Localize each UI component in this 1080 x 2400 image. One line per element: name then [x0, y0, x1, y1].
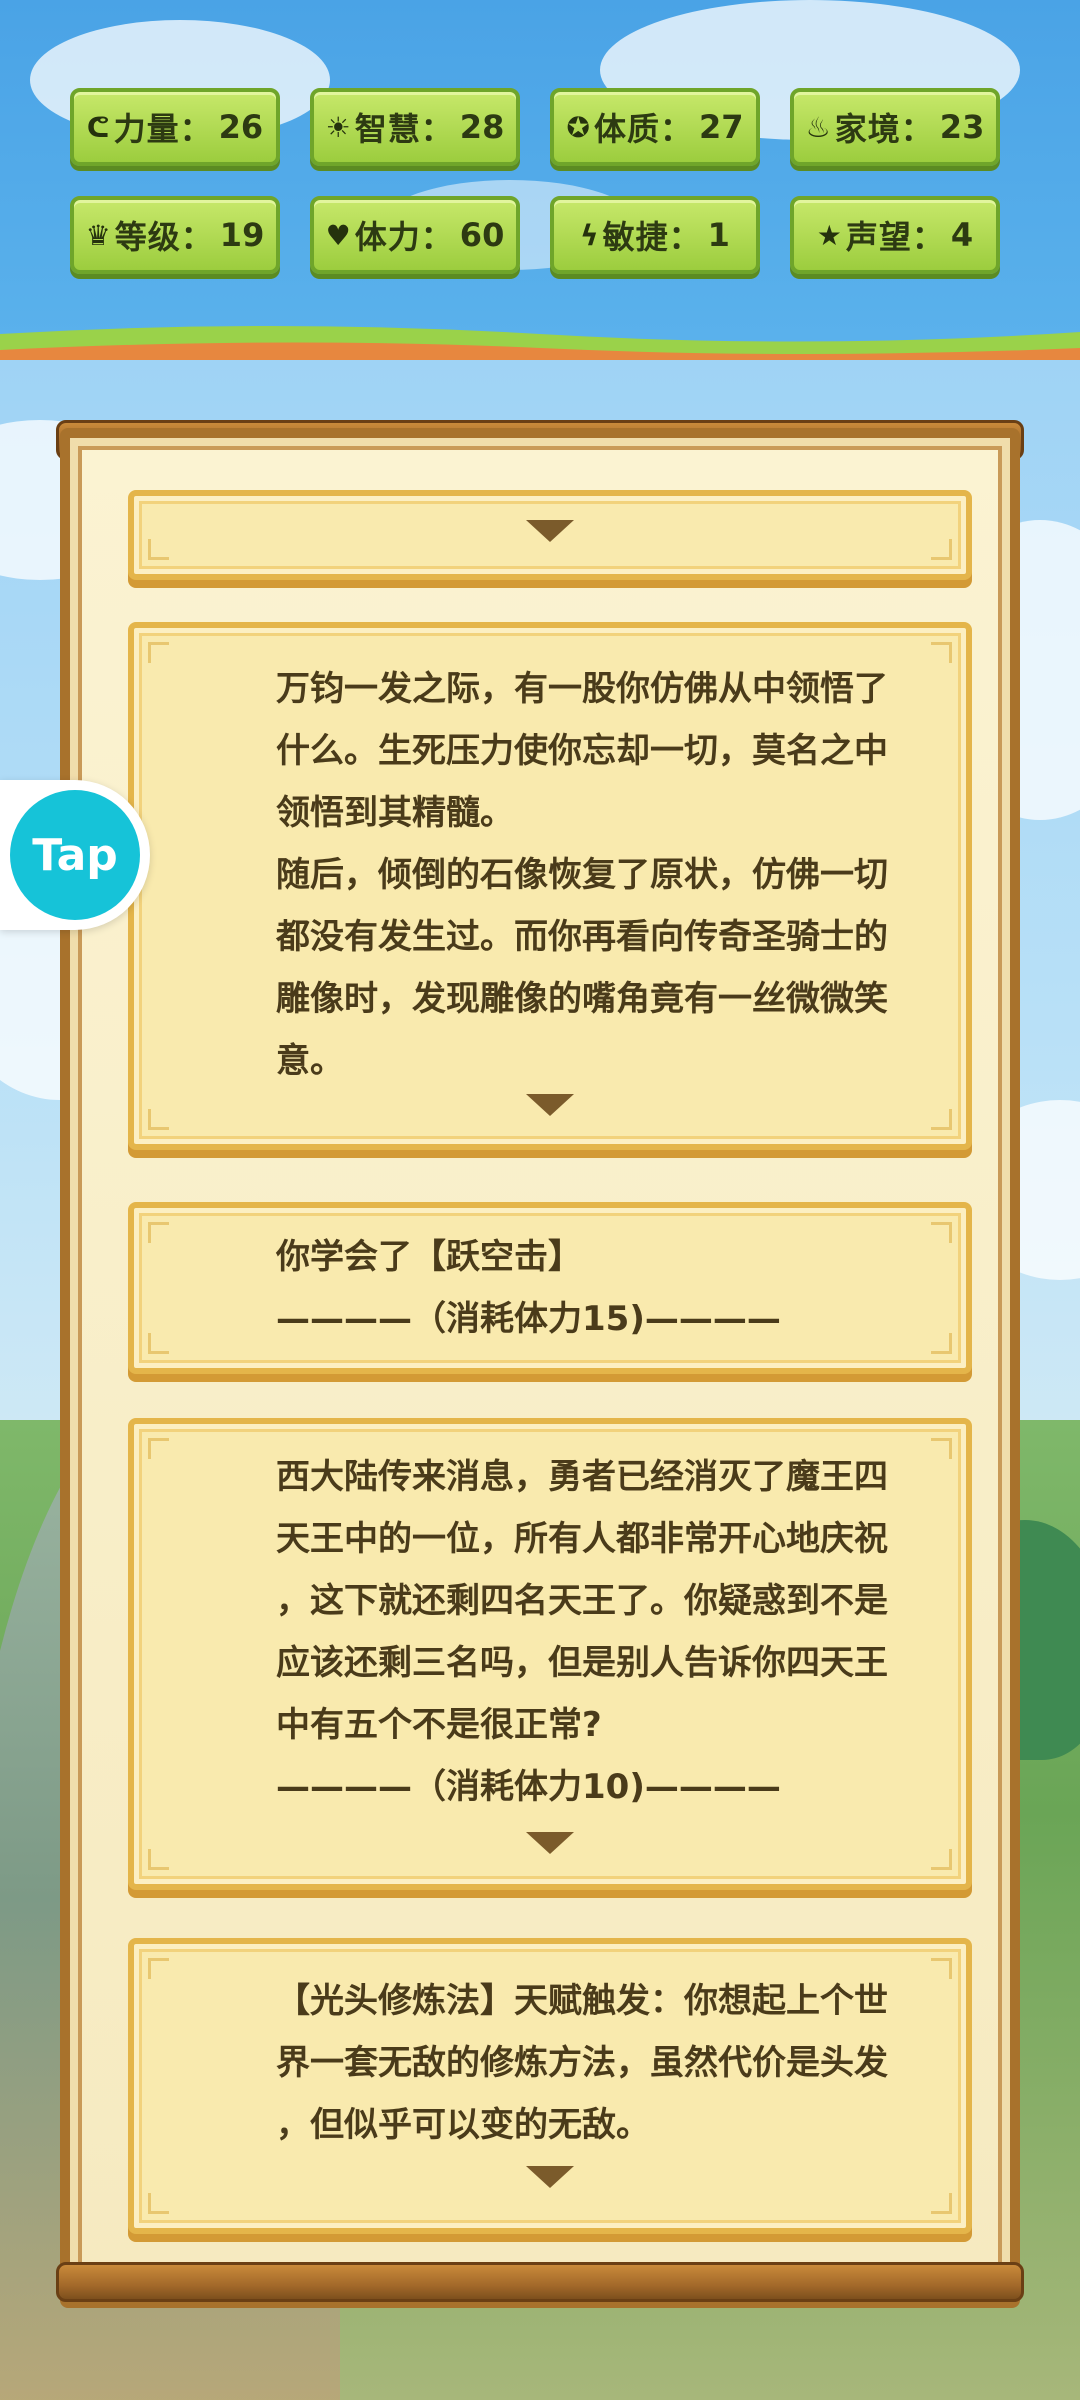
- event-text: 【光头修炼法】天赋触发：你想起上个世 界一套无敌的修炼方法，虽然代价是头发 ，但…: [276, 1981, 888, 2145]
- stat-reputation: ★ 声望： 4: [790, 196, 1000, 274]
- heart-icon: ♥: [325, 218, 351, 252]
- event-card[interactable]: [128, 490, 972, 580]
- event-text: 万钧一发之际，有一股你仿佛从中领悟了 什么。生死压力使你忘却一切，莫名之中 领悟…: [276, 669, 888, 1081]
- lightning-icon: ϟ: [580, 218, 599, 252]
- expand-arrow-icon[interactable]: [526, 2166, 574, 2188]
- stat-wisdom: ☀ 智慧： 28: [310, 88, 520, 166]
- stat-stamina: ♥ 体力： 60: [310, 196, 520, 274]
- stat-family: ♨ 家境： 23: [790, 88, 1000, 166]
- stat-level: ♛ 等级： 19: [70, 196, 280, 274]
- stat-strength: ᕦ 力量： 26: [70, 88, 280, 166]
- event-card[interactable]: 【光头修炼法】天赋触发：你想起上个世 界一套无敌的修炼方法，虽然代价是头发 ，但…: [128, 1938, 972, 2234]
- stat-agility: ϟ 敏捷： 1: [550, 196, 760, 274]
- event-card[interactable]: 西大陆传来消息，勇者已经消灭了魔王四 天王中的一位，所有人都非常开心地庆祝 ，这…: [128, 1418, 972, 1890]
- expand-arrow-icon[interactable]: [526, 1094, 574, 1116]
- wisdom-icon: ☀: [325, 110, 351, 144]
- expand-arrow-icon[interactable]: [526, 520, 574, 542]
- event-card[interactable]: 万钧一发之际，有一股你仿佛从中领悟了 什么。生死压力使你忘却一切，莫名之中 领悟…: [128, 622, 972, 1150]
- event-text: 西大陆传来消息，勇者已经消灭了魔王四 天王中的一位，所有人都非常开心地庆祝 ，这…: [276, 1457, 888, 1807]
- event-text: 你学会了【跃空击】 ————（消耗体力15)————: [276, 1237, 781, 1339]
- tap-logo-icon[interactable]: Tap: [10, 790, 140, 920]
- constitution-icon: ✪: [566, 110, 590, 144]
- event-card[interactable]: 你学会了【跃空击】 ————（消耗体力15)————: [128, 1202, 972, 1374]
- family-icon: ♨: [805, 110, 831, 144]
- crown-icon: ♛: [85, 218, 111, 252]
- tap-floating-button[interactable]: Tap: [0, 780, 150, 930]
- scroll-rod-bottom: [56, 2262, 1024, 2302]
- stat-constitution: ✪ 体质： 27: [550, 88, 760, 166]
- star-icon: ★: [816, 218, 842, 252]
- strength-icon: ᕦ: [86, 110, 110, 144]
- expand-arrow-icon[interactable]: [526, 1832, 574, 1854]
